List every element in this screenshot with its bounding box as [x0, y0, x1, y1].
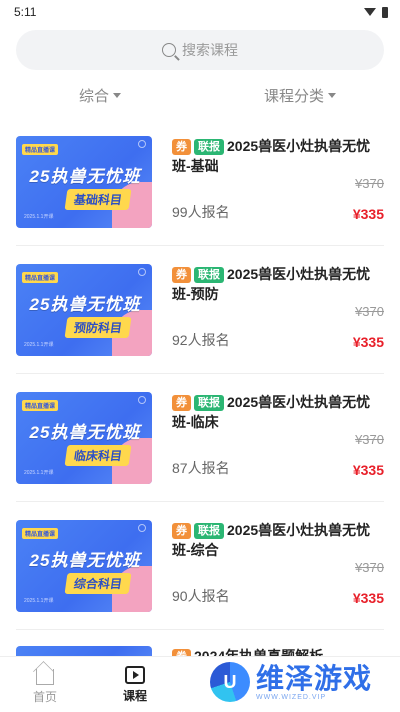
course-info: 券联报 2025兽医小灶执兽无忧班-综合 ¥370 90人报名 ¥335	[172, 520, 384, 612]
logo-mark-icon	[138, 395, 146, 404]
joint-badge: 联报	[194, 138, 224, 155]
search-input[interactable]: 搜索课程	[16, 30, 384, 70]
home-icon	[36, 669, 54, 685]
filter-label: 综合	[78, 87, 109, 105]
tab-courses[interactable]: 课程	[90, 657, 180, 712]
filter-label: 课程分类	[263, 87, 324, 105]
original-price: ¥370	[355, 175, 384, 191]
thumb-date: 2025.1.1开课	[24, 341, 54, 348]
current-price: ¥335	[352, 461, 384, 478]
watermark-logo-icon: U	[210, 662, 250, 702]
battery-icon	[382, 6, 388, 18]
thumb-date: 2025.1.1开课	[24, 213, 54, 220]
coupon-badge: 券	[172, 394, 191, 411]
coupon-badge: 券	[172, 522, 191, 539]
enroll-count: 87人报名	[172, 459, 230, 476]
thumb-tag: 精品直播课	[22, 143, 59, 155]
tab-label: 课程	[122, 688, 147, 703]
original-price: ¥370	[355, 303, 384, 319]
enroll-count: 92人报名	[172, 331, 230, 348]
original-price: ¥370	[355, 431, 384, 447]
tab-label: 首页	[32, 690, 57, 704]
status-time: 5:11	[14, 5, 37, 19]
thumb-subject: 预防科目	[64, 316, 132, 338]
current-price: ¥335	[352, 205, 384, 222]
current-price: ¥335	[352, 589, 384, 606]
course-thumbnail: 精品直播课 25执兽无忧班 综合科目 2025.1.1开课	[16, 519, 152, 612]
thumb-tag: 精品直播课	[22, 271, 59, 283]
course-info: 券联报 2025兽医小灶执兽无忧班-临床 ¥370 87人报名 ¥335	[172, 392, 384, 484]
current-price: ¥335	[352, 333, 384, 350]
thumb-title: 25执兽无忧班	[29, 294, 141, 314]
joint-badge: 联报	[194, 522, 224, 539]
joint-badge: 联报	[194, 266, 224, 283]
enroll-count: 99人报名	[172, 203, 230, 220]
logo-mark-icon	[138, 523, 146, 532]
watermark-text: 维泽游戏	[256, 662, 373, 694]
caret-down-icon	[113, 92, 121, 98]
thumb-subject: 综合科目	[64, 572, 132, 594]
course-item[interactable]: 精品直播课 25执兽无忧班 预防科目 2025.1.1开课 券联报 2025兽医小…	[16, 246, 384, 374]
coupon-badge: 券	[172, 138, 191, 155]
watermark: U 维泽游戏 WWW.WIZED.VIP	[210, 656, 390, 708]
thumb-date: 2025.1.1开课	[24, 597, 54, 604]
course-list: 精品直播课 25执兽无忧班 基础科目 2025.1.1开课 券联报 2025兽医小…	[0, 118, 400, 690]
enroll-count: 90人报名	[172, 587, 230, 604]
watermark-subtext: WWW.WIZED.VIP	[256, 693, 327, 701]
thumb-tag: 精品直播课	[22, 527, 59, 539]
course-info: 券联报 2025兽医小灶执兽无忧班-基础 ¥370 99人报名 ¥335	[172, 136, 384, 228]
course-item[interactable]: 精品直播课 25执兽无忧班 基础科目 2025.1.1开课 券联报 2025兽医小…	[16, 118, 384, 246]
thumb-tag: 精品直播课	[22, 399, 59, 411]
course-item[interactable]: 精品直播课 25执兽无忧班 临床科目 2025.1.1开课 券联报 2025兽医小…	[16, 374, 384, 502]
course-info: 券联报 2025兽医小灶执兽无忧班-预防 ¥370 92人报名 ¥335	[172, 264, 384, 356]
logo-mark-icon	[138, 139, 146, 148]
course-title-line: 券联报 2025兽医小灶执兽无忧班-临床	[172, 392, 384, 432]
search-placeholder: 搜索课程	[182, 42, 238, 58]
thumb-date: 2025.1.1开课	[24, 469, 54, 476]
filter-bar: 综合 课程分类	[0, 72, 400, 118]
logo-mark-icon	[138, 267, 146, 276]
course-title-line: 券联报 2025兽医小灶执兽无忧班-预防	[172, 264, 384, 304]
course-title-line: 券联报 2025兽医小灶执兽无忧班-基础	[172, 136, 384, 176]
thumb-title: 25执兽无忧班	[29, 550, 141, 570]
status-icons	[364, 6, 388, 18]
coupon-badge: 券	[172, 266, 191, 283]
search-icon	[162, 43, 176, 57]
caret-down-icon	[328, 92, 336, 98]
course-thumbnail: 精品直播课 25执兽无忧班 临床科目 2025.1.1开课	[16, 391, 152, 484]
wifi-icon	[364, 8, 376, 16]
course-thumbnail: 精品直播课 25执兽无忧班 基础科目 2025.1.1开课	[16, 135, 152, 228]
status-bar: 5:11	[0, 0, 400, 24]
course-thumbnail: 精品直播课 25执兽无忧班 预防科目 2025.1.1开课	[16, 263, 152, 356]
thumb-title: 25执兽无忧班	[29, 166, 141, 186]
thumb-subject: 临床科目	[64, 444, 132, 466]
filter-category[interactable]: 课程分类	[200, 85, 400, 106]
thumb-subject: 基础科目	[64, 188, 132, 210]
course-icon	[125, 665, 145, 684]
original-price: ¥370	[355, 559, 384, 575]
course-title-line: 券联报 2025兽医小灶执兽无忧班-综合	[172, 520, 384, 560]
filter-comprehensive[interactable]: 综合	[0, 85, 200, 106]
joint-badge: 联报	[194, 394, 224, 411]
thumb-title: 25执兽无忧班	[29, 422, 141, 442]
tab-home[interactable]: 首页	[0, 657, 90, 712]
course-item[interactable]: 精品直播课 25执兽无忧班 综合科目 2025.1.1开课 券联报 2025兽医小…	[16, 502, 384, 630]
